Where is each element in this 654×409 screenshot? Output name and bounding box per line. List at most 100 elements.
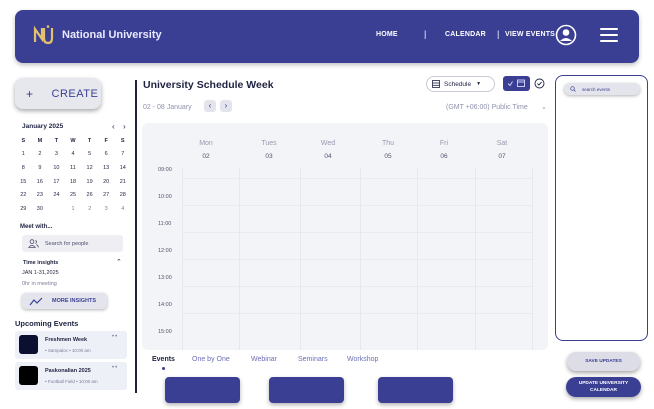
time-label: 10:00 bbox=[158, 194, 172, 200]
calendar-day-next-month[interactable]: 4 bbox=[114, 206, 131, 212]
calendar-day[interactable]: 12 bbox=[81, 165, 98, 171]
calendar-day[interactable]: 19 bbox=[81, 179, 98, 185]
chevron-down-icon[interactable]: ⌄ bbox=[541, 103, 547, 111]
event-category-card[interactable] bbox=[378, 377, 453, 403]
mini-calendar-month: January 2025 bbox=[22, 123, 64, 130]
user-profile-icon[interactable] bbox=[555, 24, 577, 46]
event-meta: • Football Field • 10:00 am bbox=[45, 379, 98, 384]
more-insights-button[interactable]: MORE INSIGHTS bbox=[22, 293, 107, 309]
calendar-day[interactable]: 11 bbox=[65, 165, 82, 171]
next-week-button[interactable]: › bbox=[220, 100, 232, 112]
tab-events[interactable]: Events bbox=[152, 356, 175, 363]
calendar-day[interactable]: 26 bbox=[81, 192, 98, 198]
event-category-card[interactable] bbox=[165, 377, 240, 403]
weekday-label: F bbox=[104, 137, 108, 144]
calendar-day-next-month[interactable]: 1 bbox=[65, 206, 82, 212]
event-name: Freshmen Week bbox=[45, 337, 88, 343]
calendar-view-toggle[interactable] bbox=[503, 76, 530, 91]
tab-seminars[interactable]: Seminars bbox=[298, 356, 328, 363]
search-people-input[interactable]: Search for people bbox=[22, 235, 123, 252]
weekday-label: S bbox=[21, 137, 26, 144]
calendar-day[interactable]: 10 bbox=[48, 165, 65, 171]
day-header-tue: Tues bbox=[261, 140, 277, 147]
calendar-day[interactable]: 7 bbox=[114, 151, 131, 157]
event-thumbnail bbox=[19, 366, 38, 385]
calendar-day[interactable]: 29 bbox=[15, 206, 32, 212]
tab-one-by-one[interactable]: One by One bbox=[192, 356, 230, 363]
event-card-paskonalian[interactable]: Paskonalian 2025 • Football Field • 10:0… bbox=[15, 362, 127, 390]
meet-with-label: Meet with... bbox=[20, 224, 53, 230]
event-card-freshmen-week[interactable]: Freshmen Week • Sampaloc • 10:00 am •• bbox=[15, 331, 127, 359]
brand-name[interactable]: National University bbox=[62, 29, 162, 41]
calendar-day[interactable]: 5 bbox=[81, 151, 98, 157]
calendar-day[interactable]: 22 bbox=[15, 192, 32, 198]
caret-down-icon: ▼ bbox=[476, 81, 482, 87]
people-icon bbox=[28, 239, 39, 248]
calendar-day[interactable]: 20 bbox=[98, 179, 115, 185]
week-schedule-grid: Mon 02 Tues 03 Wed 04 Thu 05 Fri 06 Sat … bbox=[142, 123, 548, 350]
day-header-thu: Thu bbox=[381, 140, 395, 147]
calendar-day[interactable]: 27 bbox=[98, 192, 115, 198]
calendar-day[interactable]: 21 bbox=[114, 179, 131, 185]
view-mode-select[interactable]: Schedule ▼ bbox=[426, 76, 495, 92]
calendar-day[interactable]: 15 bbox=[15, 179, 32, 185]
hamburger-menu-icon[interactable] bbox=[600, 28, 618, 42]
more-options-icon[interactable]: •• bbox=[112, 365, 118, 371]
chevron-up-icon[interactable]: ⌃ bbox=[116, 258, 122, 266]
calendar-day[interactable]: 16 bbox=[32, 179, 49, 185]
next-month-icon[interactable]: › bbox=[123, 122, 126, 131]
event-category-card[interactable] bbox=[269, 377, 344, 403]
time-label: 13:00 bbox=[158, 275, 172, 281]
day-number: 05 bbox=[384, 153, 392, 160]
save-updates-button[interactable]: SAVE UPDATES bbox=[567, 352, 640, 371]
calendar-day[interactable]: 14 bbox=[114, 165, 131, 171]
calendar-day[interactable]: 25 bbox=[65, 192, 82, 198]
prev-week-button[interactable]: ‹ bbox=[204, 100, 216, 112]
week-row: 15 16 17 18 19 20 21 bbox=[15, 175, 131, 189]
update-university-calendar-button[interactable]: UPDATE UNIVERSITY CALENDAR bbox=[566, 377, 641, 397]
calendar-day[interactable]: 4 bbox=[65, 151, 82, 157]
calendar-day-next-month[interactable]: 3 bbox=[98, 206, 115, 212]
day-number: 04 bbox=[324, 153, 332, 160]
check-circle-icon[interactable] bbox=[534, 78, 545, 89]
date-range: 02 - 08 January bbox=[143, 104, 192, 111]
prev-month-icon[interactable]: ‹ bbox=[112, 122, 115, 131]
timezone-label[interactable]: (GMT +06:00) Public Time bbox=[446, 104, 528, 111]
event-name: Paskonalian 2025 bbox=[45, 368, 91, 374]
calendar-day[interactable]: 30 bbox=[32, 206, 49, 212]
nav-home[interactable]: HOME bbox=[376, 31, 398, 38]
time-insights-range: JAN 1-31,2025 bbox=[22, 270, 59, 276]
create-button[interactable]: + CREATE bbox=[15, 78, 101, 109]
calendar-day-next-month[interactable]: 2 bbox=[81, 206, 98, 212]
top-header-bar: National University HOME | CALENDAR | VI… bbox=[15, 10, 639, 63]
events-side-panel bbox=[555, 75, 648, 341]
list-icon bbox=[432, 80, 440, 88]
calendar-day[interactable]: 24 bbox=[48, 192, 65, 198]
tab-workshop[interactable]: Workshop bbox=[347, 356, 378, 363]
calendar-day[interactable]: 8 bbox=[15, 165, 32, 171]
active-tab-indicator bbox=[162, 367, 165, 370]
calendar-day[interactable]: 2 bbox=[32, 151, 49, 157]
calendar-day[interactable]: 1 bbox=[15, 151, 32, 157]
week-row: 29 30 31 1 2 3 4 bbox=[15, 201, 131, 216]
calendar-day[interactable]: 13 bbox=[98, 165, 115, 171]
grid-line bbox=[182, 178, 532, 179]
calendar-day[interactable]: 28 bbox=[114, 192, 131, 198]
nav-view-events[interactable]: VIEW EVENTS bbox=[505, 31, 555, 38]
calendar-day[interactable]: 23 bbox=[32, 192, 49, 198]
more-options-icon[interactable]: •• bbox=[112, 334, 118, 340]
search-icon bbox=[570, 86, 576, 92]
tab-webinar[interactable]: Webinar bbox=[251, 356, 277, 363]
calendar-day[interactable]: 3 bbox=[48, 151, 65, 157]
calendar-day[interactable]: 9 bbox=[32, 165, 49, 171]
calendar-day[interactable]: 18 bbox=[65, 179, 82, 185]
calendar-day[interactable]: 6 bbox=[98, 151, 115, 157]
weekday-label: S bbox=[120, 137, 125, 144]
day-header-mon: Mon bbox=[199, 140, 213, 147]
more-insights-label: MORE INSIGHTS bbox=[52, 298, 97, 304]
calendar-day-selected[interactable]: 31 bbox=[48, 201, 65, 214]
grid-line bbox=[182, 259, 532, 260]
nav-calendar[interactable]: CALENDAR bbox=[445, 31, 486, 38]
calendar-day[interactable]: 17 bbox=[48, 179, 65, 185]
search-events-input[interactable]: search events bbox=[564, 83, 640, 95]
